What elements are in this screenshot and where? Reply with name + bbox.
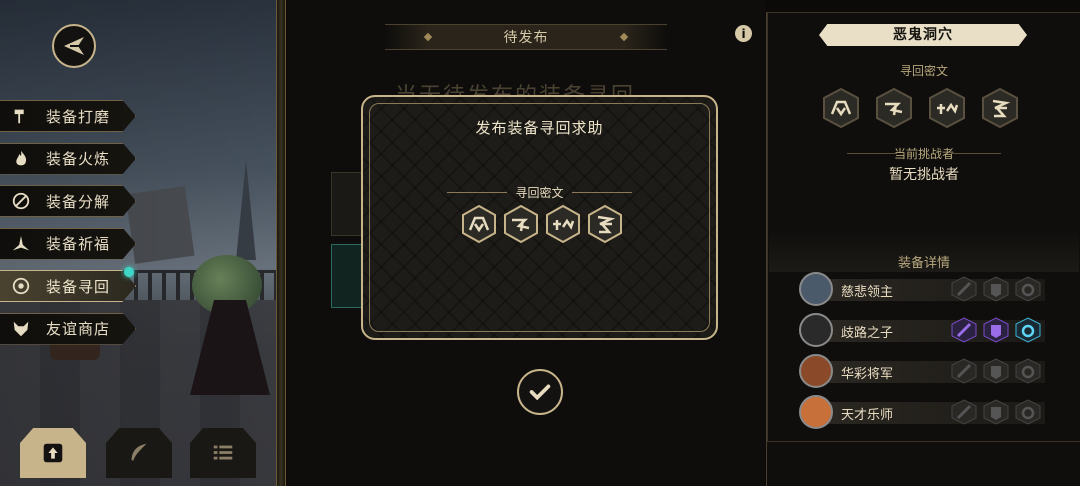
back-button[interactable] (52, 24, 96, 68)
equipment-row[interactable]: 天才乐师 (799, 395, 1080, 429)
menu-item-forge[interactable]: 装备火炼 (0, 142, 136, 175)
upload-icon (39, 439, 67, 467)
dialog-title: 发布装备寻回求助 (475, 119, 604, 137)
ring-slot-icon[interactable] (1015, 317, 1041, 343)
rune-3-icon[interactable] (545, 205, 581, 243)
tab-list[interactable] (190, 428, 256, 478)
menu-item-label: 友谊商店 (46, 320, 111, 338)
publish-dialog: 发布装备寻回求助 寻回密文 (361, 95, 718, 340)
rune-4-icon (981, 87, 1019, 129)
back-arrow-icon (64, 37, 84, 55)
menu-item-label: 装备祈福 (46, 235, 111, 253)
menu-item-bless[interactable]: 装备祈福 (0, 227, 136, 260)
avatar (799, 354, 833, 388)
hero-name: 歧路之子 (841, 326, 894, 341)
rune-1-icon (822, 87, 860, 129)
fire-icon (10, 148, 32, 170)
armor-slot-icon[interactable] (983, 358, 1009, 384)
ring-slot-icon[interactable] (1015, 276, 1041, 302)
equipment-row[interactable]: 华彩将军 (799, 354, 1080, 388)
hero-name: 华彩将军 (841, 367, 894, 382)
left-menu: 装备打磨 装备火炼 装备分解 装备祈福 装备寻回 友谊商店 (0, 100, 140, 355)
equipment-label: 装备详情 (897, 256, 950, 271)
tab-quill[interactable] (106, 428, 172, 478)
list-icon (209, 439, 237, 467)
feather-icon (125, 439, 153, 467)
info-icon[interactable]: i (735, 25, 752, 42)
location-title: 恶鬼洞穴 (819, 24, 1027, 46)
menu-item-polish[interactable]: 装备打磨 (0, 100, 136, 132)
rune-3-icon (928, 87, 966, 129)
target-icon (10, 275, 32, 297)
cipher-glyphs (461, 205, 623, 243)
rune-1-icon[interactable] (461, 205, 497, 243)
confirm-button[interactable] (517, 369, 563, 415)
tab-pending[interactable]: 待发布 (385, 24, 667, 50)
weapon-slot-icon[interactable] (951, 358, 977, 384)
cipher-label: 寻回密文 (363, 184, 716, 201)
fox-icon (10, 318, 32, 340)
challenger-value: 暂无挑战者 (889, 167, 959, 183)
right-panel: 恶鬼洞穴 寻回密文 当前挑战者 暂无挑战者 装备详情 慈悲领主 歧路之子 华彩将… (766, 12, 1080, 486)
armor-slot-icon[interactable] (983, 317, 1009, 343)
blessing-icon (10, 233, 32, 255)
notification-dot (124, 267, 134, 277)
ring-slot-icon[interactable] (1015, 358, 1041, 384)
menu-item-retrieve[interactable]: 装备寻回 (0, 270, 136, 302)
split-icon (10, 190, 32, 212)
menu-item-label: 装备火炼 (46, 150, 111, 168)
armor-slot-icon[interactable] (983, 276, 1009, 302)
avatar (799, 395, 833, 429)
avatar (799, 313, 833, 347)
menu-item-label: 装备分解 (46, 192, 111, 211)
weapon-slot-icon[interactable] (951, 399, 977, 425)
menu-item-shop[interactable]: 友谊商店 (0, 312, 136, 345)
avatar (799, 272, 833, 306)
rune-4-icon[interactable] (587, 205, 623, 243)
menu-item-label: 装备打磨 (46, 107, 111, 126)
hammer-icon (10, 105, 32, 127)
ring-slot-icon[interactable] (1015, 399, 1041, 425)
panel-divider (276, 0, 286, 486)
weapon-slot-icon[interactable] (951, 276, 977, 302)
equipment-row[interactable]: 歧路之子 (799, 313, 1080, 347)
checkmark-icon (529, 384, 551, 401)
weapon-slot-icon[interactable] (951, 317, 977, 343)
pending-tab-label: 待发布 (503, 30, 549, 46)
menu-item-label: 装备寻回 (46, 277, 111, 296)
cipher-label: 寻回密文 (899, 64, 948, 78)
rune-2-icon (875, 87, 913, 129)
challenger-label: 当前挑战者 (767, 145, 1080, 162)
menu-item-decompose[interactable]: 装备分解 (0, 185, 136, 217)
equipment-row[interactable]: 慈悲领主 (799, 272, 1080, 306)
rune-2-icon[interactable] (503, 205, 539, 243)
hero-name: 天才乐师 (841, 408, 894, 423)
tab-publish[interactable] (20, 428, 86, 478)
armor-slot-icon[interactable] (983, 399, 1009, 425)
hero-name: 慈悲领主 (841, 285, 894, 300)
